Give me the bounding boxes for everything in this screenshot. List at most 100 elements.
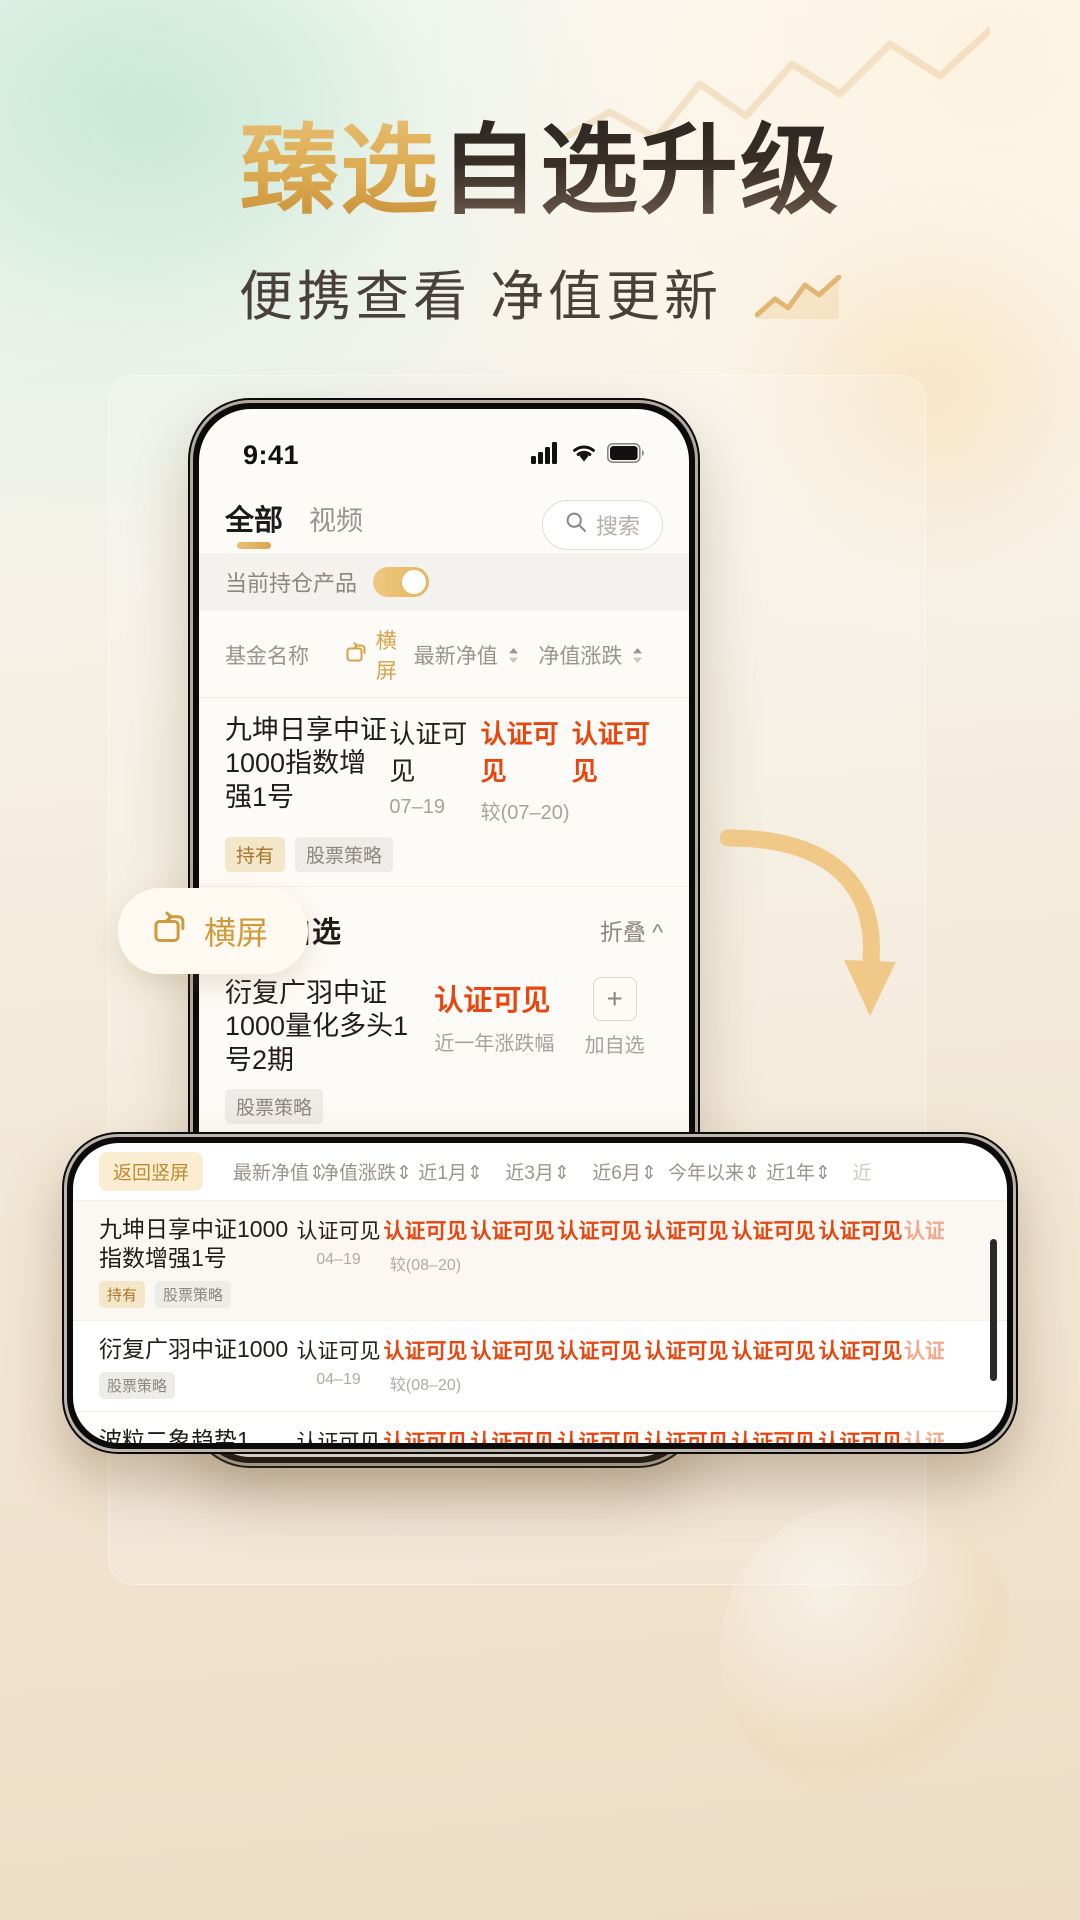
landscape-col-label: 今年以来 [668, 1163, 745, 1184]
fund-change-cell: 认证可见 较(07–20) [481, 714, 572, 825]
fold-button[interactable]: 折叠 ^ [600, 913, 663, 947]
chart-sparkline-icon [754, 272, 842, 334]
perf-value: 认证可见 [904, 1339, 944, 1363]
sort-arrows-icon: ⇕ [466, 1163, 483, 1184]
perf-value: 认证可见 [557, 1220, 642, 1243]
landscape-nav-cell: 认证可见 04–19 [295, 1215, 382, 1269]
tab-video[interactable]: 视频 [309, 499, 363, 552]
tab-video-label: 视频 [309, 505, 364, 536]
landscape-nav-cell: 认证可见 04–19 [295, 1335, 382, 1389]
perf-value: 认证可见 [470, 1220, 555, 1243]
table-row[interactable]: 波粒二象趋势1 持有 认证可见 04–19 认证可见 较(08–20) 认证可见… [73, 1412, 1007, 1443]
landscape-fund-name-cell: 九坤日享中证1000指数增强1号 持有 股票策略 [99, 1215, 295, 1308]
column-header-nav[interactable]: 最新净值 [414, 640, 539, 670]
perf-value: 认证可见 [557, 1430, 642, 1443]
fund-change-date: 较(07–20) [480, 802, 570, 824]
rotate-landscape-icon [152, 908, 190, 954]
landscape-col-1[interactable]: 净值涨跌⇕ [320, 1158, 412, 1185]
back-to-portrait-button[interactable]: 返回竖屏 [99, 1152, 204, 1191]
page-subtitle: 便携查看 净值更新 [0, 252, 1080, 334]
column-header-change[interactable]: 净值涨跌 [538, 640, 663, 670]
toggle-knob [402, 570, 427, 594]
landscape-col-label: 净值涨跌 [320, 1163, 397, 1184]
landscape-phone-mockup: 返回竖屏 最新净值⇕ 净值涨跌⇕ 近1月⇕ 近3月⇕ 近6月⇕ 今年以来⇕ 近1… [62, 1132, 1018, 1454]
perf-value: 认证可见 [904, 1430, 944, 1443]
fund-name: 九坤日享中证1000指数增强1号 [225, 715, 387, 812]
tab-all[interactable]: 全部 [225, 497, 283, 553]
hot-value-sub: 近一年涨跌幅 [434, 1033, 555, 1055]
fund-name: 波粒二象趋势1 [99, 1426, 250, 1443]
fund-nav-date: 07–19 [389, 796, 446, 818]
add-watchlist-cell[interactable]: + 加自选 [566, 977, 663, 1058]
landscape-toggle-label: 横屏 [375, 630, 397, 683]
landscape-perf-cell-1: 认证可见 [556, 1335, 643, 1365]
landscape-col-label: 近 [852, 1163, 872, 1184]
tag-strategy: 股票策略 [225, 1089, 324, 1125]
hot-fund-tags: 股票策略 [225, 1089, 663, 1125]
holding-filter-toggle[interactable] [373, 567, 430, 597]
scrollbar[interactable] [990, 1239, 997, 1381]
search-icon [565, 511, 587, 539]
table-row-top: 九坤日享中证1000指数增强1号 认证可见 07–19 认证可见 较(07–20… [225, 714, 663, 825]
tab-active-underline [237, 542, 271, 549]
landscape-hint-pill[interactable]: 横屏 [118, 888, 309, 974]
tag-strategy: 股票策略 [155, 1280, 232, 1308]
fund-nav-value: 认证可见 [296, 1430, 381, 1443]
fund-name: 衍复广羽中证1000 [99, 1335, 289, 1362]
landscape-fund-name-cell: 波粒二象趋势1 持有 [99, 1426, 295, 1443]
add-watchlist-label: 加自选 [584, 1035, 645, 1057]
landscape-perf-cell-2: 认证可见 [643, 1335, 730, 1365]
plus-icon[interactable]: + [592, 977, 637, 1021]
landscape-change-cell: 认证可见 较(08–20) [382, 1215, 469, 1275]
hot-list-item[interactable]: 衍复广羽中证1000量化多头1号2期 认证可见 近一年涨跌幅 + 加自选 股票策… [199, 961, 689, 1140]
column-header-row: 基金名称 横屏 最新净值 净值涨跌 [199, 611, 689, 698]
landscape-col-5[interactable]: 今年以来⇕ [668, 1158, 760, 1185]
holding-filter-row[interactable]: 当前持仓产品 [199, 553, 689, 611]
status-bar: 9:41 [199, 409, 689, 481]
landscape-change-cell: 认证可见 较(08–20) [382, 1426, 469, 1443]
landscape-col-3[interactable]: 近3月⇕ [494, 1158, 581, 1185]
landscape-fund-name-cell: 衍复广羽中证1000 股票策略 [99, 1335, 295, 1399]
landscape-col-0[interactable]: 最新净值⇕ [233, 1158, 325, 1185]
fund-name: 九坤日享中证1000指数增强1号 [99, 1216, 289, 1271]
table-row[interactable]: 九坤日享中证1000指数增强1号 持有 股票策略 认证可见 04–19 认证可见… [73, 1201, 1007, 1321]
landscape-col-2[interactable]: 近1月⇕ [407, 1158, 494, 1185]
landscape-perf-cell-5: 认证可见 [904, 1426, 944, 1443]
page-title: 臻选自选升级 [0, 115, 1080, 225]
status-time: 9:41 [243, 439, 300, 470]
landscape-perf-cell-3: 认证可见 [730, 1215, 817, 1245]
landscape-col-label: 近1月 [418, 1163, 467, 1184]
chevron-up-icon: ^ [652, 919, 663, 945]
fund-nav-cell: 认证可见 07–19 [389, 714, 480, 819]
sort-arrows-icon: ⇕ [814, 1163, 831, 1184]
landscape-perf-cell-0: 认证可见 [469, 1426, 556, 1443]
fund-nav-date: 04–19 [316, 1251, 361, 1268]
landscape-col-label: 近3月 [505, 1163, 554, 1184]
hot-row-top: 衍复广羽中证1000量化多头1号2期 认证可见 近一年涨跌幅 + 加自选 [225, 977, 663, 1077]
table-row[interactable]: 衍复广羽中证1000 股票策略 认证可见 04–19 认证可见 较(08–20)… [73, 1321, 1007, 1412]
tag-strategy: 股票策略 [295, 837, 394, 872]
landscape-col-7[interactable]: 近 [842, 1158, 882, 1185]
perf-value: 认证可见 [904, 1220, 944, 1243]
landscape-perf-cell-2: 认证可见 [643, 1426, 730, 1443]
perf-value: 认证可见 [731, 1339, 816, 1363]
fund-change-date: 较(08–20) [389, 1376, 462, 1394]
perf-value: 认证可见 [644, 1339, 729, 1363]
landscape-col-label: 最新净值 [233, 1163, 310, 1184]
landscape-change-cell: 认证可见 较(08–20) [382, 1335, 469, 1395]
landscape-col-4[interactable]: 近6月⇕ [581, 1158, 668, 1185]
page-title-dark: 自选升级 [440, 115, 841, 225]
fund-change-value: 认证可见 [383, 1339, 468, 1363]
search-input[interactable]: 搜索 [541, 500, 663, 550]
landscape-perf-cell-4: 认证可见 [817, 1426, 904, 1443]
perf-value: 认证可见 [470, 1339, 555, 1363]
search-placeholder: 搜索 [595, 514, 640, 539]
fund-third-cell: 认证可见 [572, 714, 663, 788]
table-row[interactable]: 九坤日享中证1000指数增强1号 认证可见 07–19 认证可见 较(07–20… [199, 698, 689, 887]
landscape-col-6[interactable]: 近1年⇕ [755, 1158, 842, 1185]
perf-value: 认证可见 [470, 1430, 555, 1443]
landscape-hint-label: 横屏 [204, 915, 269, 951]
fund-tags: 持有 股票策略 [225, 837, 663, 872]
landscape-phone-screen: 返回竖屏 最新净值⇕ 净值涨跌⇕ 近1月⇕ 近3月⇕ 近6月⇕ 今年以来⇕ 近1… [73, 1143, 1007, 1443]
landscape-toggle-button[interactable]: 横屏 [345, 625, 414, 685]
